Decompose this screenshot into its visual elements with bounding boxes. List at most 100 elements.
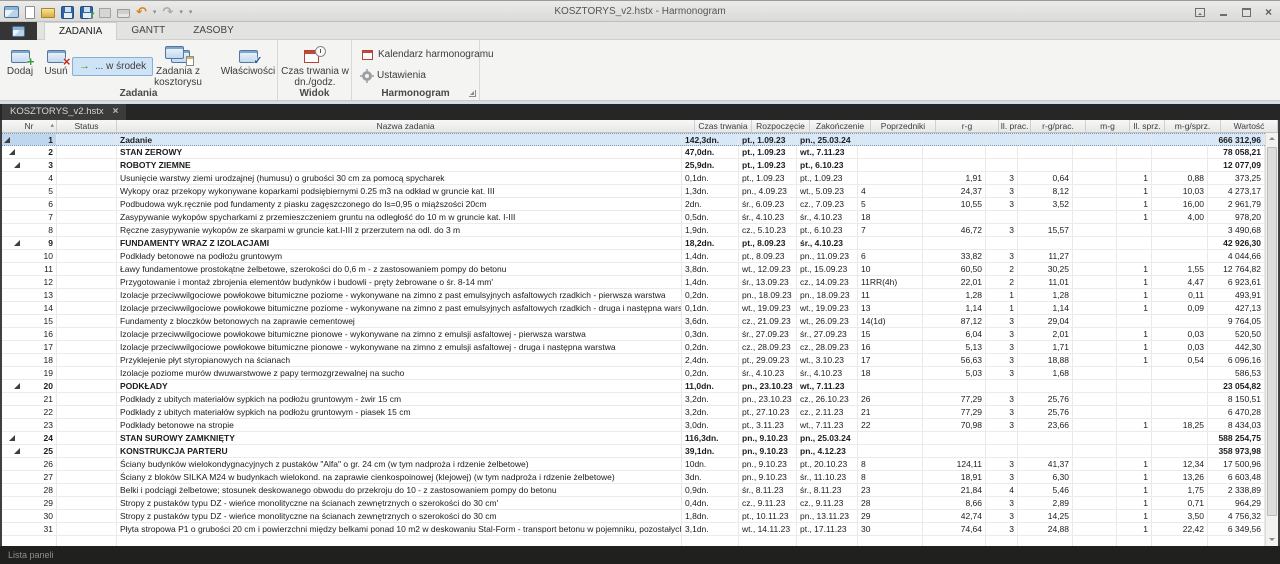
maximize-icon[interactable]: [1242, 8, 1251, 17]
column-header-name[interactable]: Nazwa zadania: [117, 120, 695, 132]
column-header-wartosc[interactable]: Wartość: [1221, 120, 1278, 132]
table-row[interactable]: 19Izolacje poziome murów dwuwarstwowe z …: [2, 367, 1265, 380]
table-row[interactable]: 28Belki i podciągi żelbetowe; stosunek d…: [2, 484, 1265, 497]
print-icon[interactable]: [117, 9, 130, 18]
usun-button[interactable]: × Usuń: [40, 43, 72, 77]
column-header-rg[interactable]: r-g: [936, 120, 999, 132]
cell-mg: [1073, 185, 1117, 197]
table-row[interactable]: 23Podkłady betonowe na stropie3,0dn.pt.,…: [2, 419, 1265, 432]
column-header-rgprac[interactable]: r-g/prac.: [1031, 120, 1086, 132]
column-header-ilprac[interactable]: Il. prac.: [999, 120, 1031, 132]
redo-caret-icon[interactable]: ▾: [179, 8, 183, 16]
toolbar-menu-caret-icon[interactable]: ▾: [189, 8, 193, 16]
table-row[interactable]: 5Wykopy oraz przekopy wykonywane koparka…: [2, 185, 1265, 198]
table-row[interactable]: 13Izolacje przeciwwilgociowe powłokowe b…: [2, 289, 1265, 302]
cell-mg: [1073, 302, 1117, 314]
table-row[interactable]: 20PODKŁADY11,0dn.pn., 23.10.23wt., 7.11.…: [2, 380, 1265, 393]
table-row[interactable]: 29Stropy z pustaków typu DZ - wieńce mon…: [2, 497, 1265, 510]
document-tab-close-icon[interactable]: ×: [113, 105, 119, 119]
cell-mg: [1073, 315, 1117, 327]
harmonogram-dialog-launcher-icon[interactable]: [469, 90, 476, 97]
cell-pred: [858, 134, 923, 145]
cell-status: [57, 198, 117, 210]
column-header-start[interactable]: Rozpoczęcie: [752, 120, 810, 132]
table-row[interactable]: 16Izolacje przeciwwilgociowe powłokowe b…: [2, 328, 1265, 341]
table-row[interactable]: 4Usunięcie warstwy ziemi urodzajnej (hum…: [2, 172, 1265, 185]
expand-triangle-icon[interactable]: [9, 149, 15, 155]
table-row[interactable]: 12Przygotowanie i montaż zbrojenia eleme…: [2, 276, 1265, 289]
expand-triangle-icon[interactable]: [4, 137, 10, 143]
redo-icon[interactable]: ↷: [162, 6, 173, 19]
cell-nr: 28: [2, 484, 57, 496]
cell-mg: [1073, 497, 1117, 509]
table-row[interactable]: 22Podkłady z ubitych materiałów sypkich …: [2, 406, 1265, 419]
table-row[interactable]: 25KONSTRUKCJA PARTERU39,1dn.pn., 9.10.23…: [2, 445, 1265, 458]
cell-ilsprz: [1117, 146, 1152, 158]
tab-zadania[interactable]: ZADANIA: [44, 22, 117, 40]
expand-triangle-icon[interactable]: [14, 240, 20, 246]
table-row[interactable]: 24STAN SUROWY ZAMKNIĘTY116,3dn.pn., 9.10…: [2, 432, 1265, 445]
table-row[interactable]: 14Izolacje przeciwwilgociowe powłokowe b…: [2, 302, 1265, 315]
wlasciwosci-button[interactable]: ✓ Właściwości: [220, 43, 276, 77]
cell-rg: 5,03: [923, 367, 986, 379]
column-header-pred[interactable]: Poprzedniki: [871, 120, 936, 132]
column-header-status[interactable]: Status: [57, 120, 117, 132]
table-row[interactable]: 9FUNDAMENTY WRAZ Z IZOLACJAMI18,2dn.pt.,…: [2, 237, 1265, 250]
cell-dur: 0,4dn.: [682, 497, 739, 509]
file-menu-button[interactable]: [0, 22, 37, 40]
cell-mgsprz: 4,00: [1152, 211, 1208, 223]
cell-rg: 124,11: [923, 458, 986, 470]
scroll-down-icon[interactable]: [1266, 533, 1278, 546]
save-all-icon[interactable]: ✓: [80, 6, 93, 19]
kalendarz-harmonogramu-button[interactable]: Kalendarz harmonogramu: [356, 45, 500, 64]
cell-mgsprz: 4,47: [1152, 276, 1208, 288]
table-row[interactable]: 18Przyklejenie płyt styropianowych na śc…: [2, 354, 1265, 367]
column-header-nr[interactable]: Nr▴: [2, 120, 57, 132]
column-header-dur[interactable]: Czas trwania: [695, 120, 752, 132]
tab-gantt[interactable]: GANTT: [117, 22, 179, 40]
column-header-mgsprz[interactable]: m-g/sprz.: [1165, 120, 1221, 132]
column-header-end[interactable]: Zakończenie: [810, 120, 871, 132]
float-window-icon[interactable]: [1195, 8, 1205, 17]
table-row[interactable]: 15Fundamenty z bloczków betonowych na za…: [2, 315, 1265, 328]
zadania-z-kosztorysu-button[interactable]: Zadania z kosztorysu: [138, 43, 218, 88]
table-row[interactable]: 17Izolacje przeciwwilgociowe powłokowe b…: [2, 341, 1265, 354]
new-document-icon[interactable]: [25, 6, 35, 19]
document-tab[interactable]: KOSZTORYS_v2.hstx ×: [2, 104, 126, 120]
scrollbar-thumb[interactable]: [1267, 147, 1277, 516]
table-row[interactable]: 8Ręczne zasypywanie wykopów ze skarpami …: [2, 224, 1265, 237]
save-icon[interactable]: [61, 6, 74, 19]
expand-triangle-icon[interactable]: [14, 448, 20, 454]
table-row[interactable]: 27Ściany z bloków SILKA M24 w budynkach …: [2, 471, 1265, 484]
table-row[interactable]: 3ROBOTY ZIEMNE25,9dn.pt., 1.09.23pt., 6.…: [2, 159, 1265, 172]
czas-trwania-button[interactable]: Czas trwania w dn./godz.: [281, 43, 349, 88]
tab-zasoby[interactable]: ZASOBY: [179, 22, 248, 40]
expand-triangle-icon[interactable]: [14, 162, 20, 168]
cell-rgprac: [1018, 380, 1073, 392]
table-row[interactable]: 11Ławy fundamentowe prostokątne żelbetow…: [2, 263, 1265, 276]
table-row[interactable]: 7Zasypywanie wykopów spycharkami z przem…: [2, 211, 1265, 224]
scroll-up-icon[interactable]: [1266, 133, 1278, 146]
expand-triangle-icon[interactable]: [9, 435, 15, 441]
undo-caret-icon[interactable]: ▾: [153, 8, 157, 16]
minimize-icon[interactable]: [1219, 8, 1228, 17]
ustawienia-button[interactable]: Ustawienia: [356, 66, 432, 85]
print-preview-icon[interactable]: [99, 8, 111, 18]
dodaj-button[interactable]: + Dodaj: [2, 43, 38, 77]
table-row[interactable]: 6Podbudowa wyk.ręcznie pod fundamenty z …: [2, 198, 1265, 211]
table-row[interactable]: 30Stropy z pustaków typu DZ - wieńce mon…: [2, 510, 1265, 523]
table-row[interactable]: 2STAN ZEROWY47,0dn.pt., 1.09.23wt., 7.11…: [2, 146, 1265, 159]
vertical-scrollbar[interactable]: [1265, 133, 1278, 546]
table-row[interactable]: 31Płyta stropowa P1 o grubości 20 cm i p…: [2, 523, 1265, 536]
table-row[interactable]: 21Podkłady z ubitych materiałów sypkich …: [2, 393, 1265, 406]
table-row[interactable]: 26Ściany budynków wielokondygnacyjnych z…: [2, 458, 1265, 471]
table-row[interactable]: 1Zadanie142,3dn.pt., 1.09.23pn., 25.03.2…: [2, 133, 1265, 146]
undo-icon[interactable]: ↶: [136, 6, 147, 19]
expand-triangle-icon[interactable]: [14, 383, 20, 389]
column-header-mg[interactable]: m-g: [1086, 120, 1130, 132]
table-row[interactable]: 10Podkłady betonowe na podłożu gruntowym…: [2, 250, 1265, 263]
close-icon[interactable]: ×: [1265, 7, 1272, 18]
open-folder-icon[interactable]: [41, 8, 55, 18]
column-header-ilsprz[interactable]: Il. sprz.: [1130, 120, 1165, 132]
table-row[interactable]: [2, 536, 1265, 546]
